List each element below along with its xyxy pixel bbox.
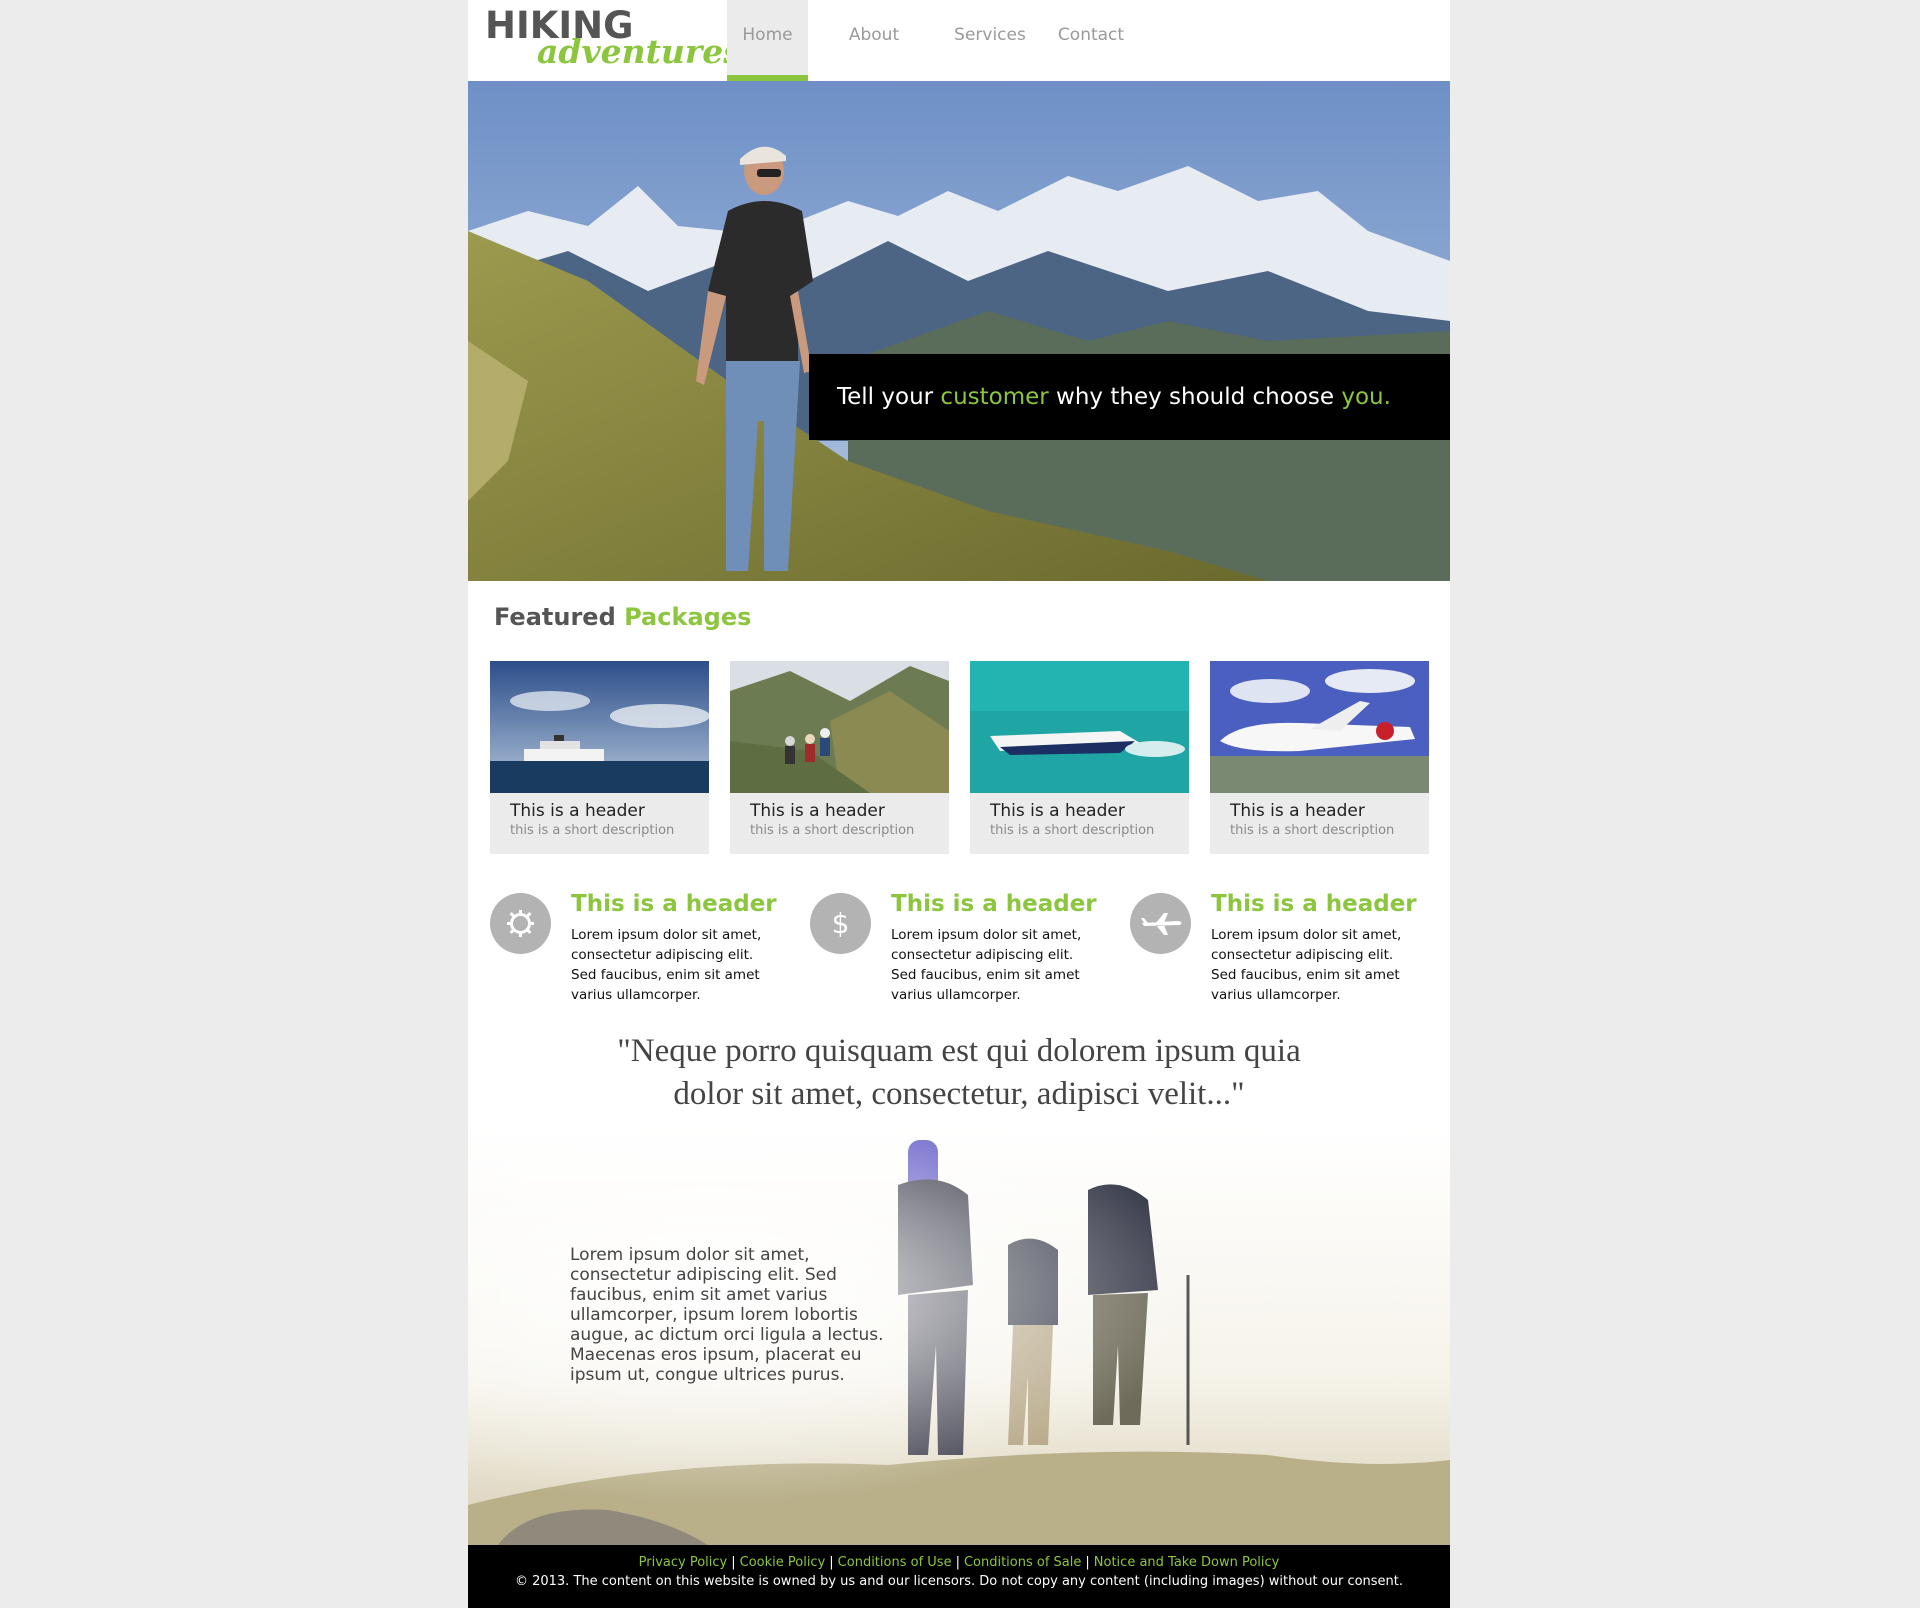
separator: |	[955, 1555, 960, 1570]
notice-takedown-link[interactable]: Notice and Take Down Policy	[1094, 1555, 1280, 1570]
tagline-accent: customer	[940, 384, 1049, 410]
feature-title: This is a header	[891, 891, 1097, 917]
card-title: This is a header	[990, 801, 1125, 821]
package-card[interactable]: This is a header this is a short descrip…	[490, 661, 709, 854]
card-description: this is a short description	[750, 823, 915, 838]
nav-item-contact[interactable]: Contact	[1048, 0, 1134, 81]
feature-title: This is a header	[1211, 891, 1417, 917]
separator: |	[829, 1555, 834, 1570]
speedboat-photo	[970, 661, 1189, 793]
logo-line2: adventures	[537, 32, 742, 71]
conditions-of-use-link[interactable]: Conditions of Use	[838, 1555, 952, 1570]
mountain-hikers-photo	[730, 661, 949, 793]
card-title: This is a header	[750, 801, 885, 821]
private-jet-photo	[1210, 661, 1429, 793]
privacy-policy-link[interactable]: Privacy Policy	[639, 1555, 728, 1570]
separator: |	[1085, 1555, 1090, 1570]
section-title: Featured Packages	[494, 603, 751, 631]
title-part: Featured	[494, 603, 625, 631]
nav-item-home[interactable]: Home	[727, 0, 808, 81]
card-title: This is a header	[1230, 801, 1365, 821]
feature-text: Lorem ipsum dolor sit amet, consectetur …	[571, 927, 762, 1003]
feature-item: This is a header Lorem ipsum dolor sit a…	[490, 891, 790, 1013]
nav-item-about[interactable]: About	[808, 0, 940, 81]
dollar-icon: $	[810, 893, 871, 954]
title-accent: Packages	[624, 603, 752, 631]
nav-item-services[interactable]: Services	[940, 0, 1048, 81]
svg-text:$: $	[832, 907, 850, 940]
site-header: HIKING adventures Home About Services Co…	[468, 0, 1450, 81]
quote-line: "Neque porro quisquam est qui dolorem ip…	[617, 1033, 1301, 1069]
airplane-icon	[1130, 893, 1191, 954]
site-footer: Privacy Policy | Cookie Policy | Conditions …	[468, 1545, 1450, 1608]
footer-links: Privacy Policy | Cookie Policy | Conditions …	[468, 1555, 1450, 1570]
nav-label: About	[848, 25, 900, 45]
main-nav: Home About Services Contact	[727, 0, 1134, 81]
hero-tagline: Tell your customer why they should choos…	[809, 354, 1450, 440]
feature-text: Lorem ipsum dolor sit amet, consectetur …	[891, 927, 1082, 1003]
quote: "Neque porro quisquam est qui dolorem ip…	[538, 1030, 1380, 1116]
page: HIKING adventures Home About Services Co…	[468, 0, 1450, 1608]
conditions-of-sale-link[interactable]: Conditions of Sale	[964, 1555, 1081, 1570]
package-card[interactable]: This is a header this is a short descrip…	[730, 661, 949, 854]
separator: |	[731, 1555, 736, 1570]
card-description: this is a short description	[510, 823, 675, 838]
package-card[interactable]: This is a header this is a short descrip…	[1210, 661, 1429, 854]
tagline-text: Tell your	[837, 384, 941, 410]
quote-line: dolor sit amet, consectetur, adipisci ve…	[673, 1076, 1245, 1112]
hero-image: Tell your customer why they should choos…	[468, 81, 1450, 581]
card-title: This is a header	[510, 801, 645, 821]
card-description: this is a short description	[990, 823, 1155, 838]
feature-title: This is a header	[571, 891, 777, 917]
hiker-mountain-photo	[468, 81, 1450, 581]
gear-icon	[490, 893, 551, 954]
card-description: this is a short description	[1230, 823, 1395, 838]
package-card[interactable]: This is a header this is a short descrip…	[970, 661, 1189, 854]
cookie-policy-link[interactable]: Cookie Policy	[740, 1555, 826, 1570]
copyright-text: © 2013. The content on this website is o…	[514, 1574, 1404, 1589]
logo[interactable]: HIKING adventures	[485, 6, 742, 71]
tagline-text: why they should choose	[1048, 384, 1342, 410]
nav-label: Services	[954, 25, 1026, 45]
nav-label: Home	[742, 25, 793, 45]
feature-item: $ This is a header Lorem ipsum dolor sit…	[810, 891, 1110, 1013]
hikers-text: Lorem ipsum dolor sit amet, consectetur …	[570, 1245, 884, 1385]
feature-item: This is a header Lorem ipsum dolor sit a…	[1130, 891, 1430, 1013]
tagline-accent: you.	[1341, 384, 1391, 410]
feature-text: Lorem ipsum dolor sit amet, consectetur …	[1211, 927, 1402, 1003]
nav-label: Contact	[1057, 25, 1125, 45]
cruise-ship-photo	[490, 661, 709, 793]
